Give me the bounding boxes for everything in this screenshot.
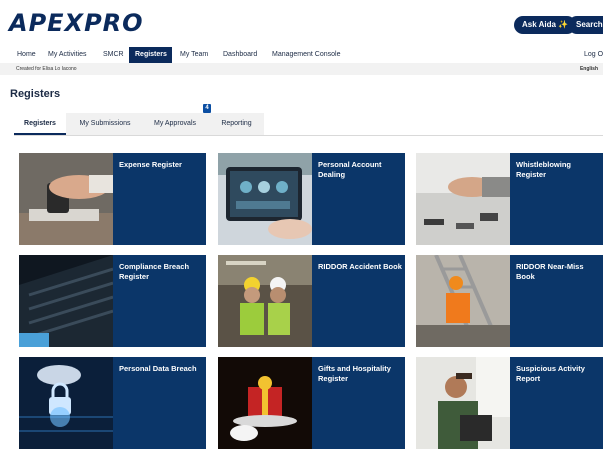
card-title: Personal Account Dealing	[318, 160, 382, 179]
worker-on-ladder-image	[416, 255, 510, 347]
card-riddor-accident-book[interactable]: RIDDOR Accident Book	[218, 255, 405, 347]
hand-digital-padlock-image	[19, 357, 113, 449]
main-nav: Home My Activities SMCR Registers My Tea…	[0, 47, 603, 63]
card-title: Whistleblowing Register	[516, 160, 571, 179]
card-personal-data-breach[interactable]: Personal Data Breach	[19, 357, 206, 449]
search-button[interactable]: Search Q	[568, 16, 603, 34]
approvals-count-badge: 4	[203, 104, 211, 113]
tab-my-submissions[interactable]: My Submissions	[72, 113, 138, 135]
card-title: Gifts and Hospitality Register	[318, 364, 391, 383]
nav-smcr[interactable]: SMCR	[97, 47, 130, 63]
nav-home[interactable]: Home	[11, 47, 42, 63]
nav-registers[interactable]: Registers	[129, 47, 172, 63]
card-whistleblowing-register[interactable]: Whistleblowing Register	[416, 153, 603, 245]
card-title: Personal Data Breach	[119, 364, 197, 373]
tab-reporting[interactable]: Reporting	[214, 113, 259, 135]
card-title: RIDDOR Near-Miss Book	[516, 262, 584, 281]
nav-dashboard[interactable]: Dashboard	[217, 47, 263, 63]
gift-on-tray-image	[218, 357, 312, 449]
card-compliance-breach-register[interactable]: Compliance Breach Register	[19, 255, 206, 347]
card-title: Compliance Breach Register	[119, 262, 190, 281]
hand-on-stamp-image	[19, 153, 113, 245]
tab-divider	[14, 135, 603, 136]
app-logo[interactable]: APEXPRO	[9, 9, 144, 37]
card-riddor-near-miss-book[interactable]: RIDDOR Near-Miss Book	[416, 255, 603, 347]
card-personal-account-dealing[interactable]: Personal Account Dealing	[218, 153, 405, 245]
page-title: Registers	[10, 88, 61, 100]
hand-at-desk-image	[416, 153, 510, 245]
nav-my-team[interactable]: My Team	[174, 47, 214, 63]
tab-registers[interactable]: Registers	[14, 113, 66, 135]
card-suspicious-activity-report[interactable]: Suspicious Activity Report	[416, 357, 603, 449]
tablet-trading-dashboard-image	[218, 153, 312, 245]
logout-link[interactable]: Log O	[578, 47, 603, 63]
card-title: RIDDOR Accident Book	[318, 262, 402, 271]
nav-management-console[interactable]: Management Console	[266, 47, 347, 63]
user-info-bar: Created for Elisa Lo Iacono English	[0, 63, 603, 75]
ask-aida-button[interactable]: Ask Aida ✨	[514, 16, 577, 34]
tab-my-approvals[interactable]: My Approvals	[146, 113, 204, 135]
created-for-text: Created for Elisa Lo Iacono	[16, 66, 77, 72]
man-at-laptop-image	[416, 357, 510, 449]
tab-bar: Registers My Submissions My Approvals Re…	[14, 113, 264, 135]
card-title: Expense Register	[119, 160, 182, 169]
card-title: Suspicious Activity Report	[516, 364, 585, 383]
nav-my-activities[interactable]: My Activities	[42, 47, 93, 63]
workers-in-hard-hats-image	[218, 255, 312, 347]
card-gifts-and-hospitality-register[interactable]: Gifts and Hospitality Register	[218, 357, 405, 449]
laptop-keyboard-image	[19, 255, 113, 347]
card-expense-register[interactable]: Expense Register	[19, 153, 206, 245]
language-selector[interactable]: English	[580, 63, 598, 75]
